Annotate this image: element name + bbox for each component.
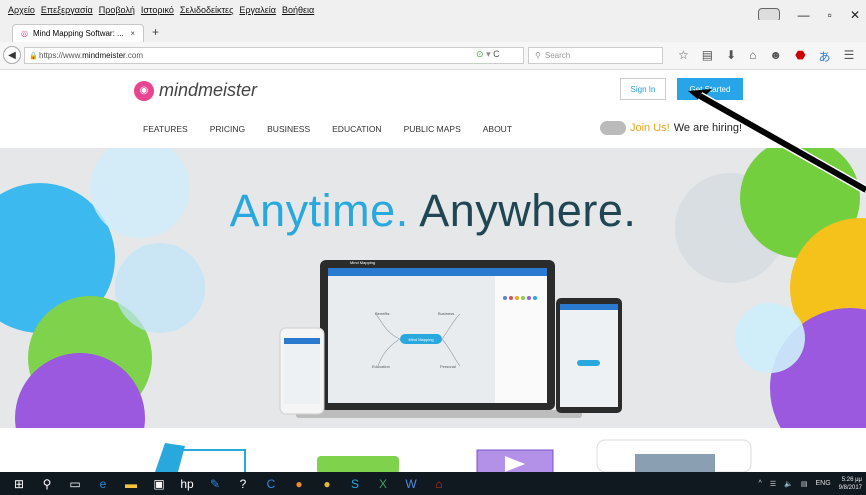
pencil-icon[interactable]: ✎ — [206, 475, 224, 493]
chrome-like-icon[interactable]: C — [262, 475, 280, 493]
help-icon[interactable]: ? — [234, 475, 252, 493]
annotation-arrow — [688, 89, 866, 194]
edge-icon[interactable]: e — [94, 475, 112, 493]
search-icon[interactable]: ⚲ — [38, 475, 56, 493]
explorer-icon[interactable]: ▬ — [122, 475, 140, 493]
excel-icon[interactable]: X — [374, 475, 392, 493]
acrobat-icon[interactable]: ⌂ — [430, 475, 448, 493]
windows-icon[interactable]: ⊞ — [10, 475, 28, 493]
word-icon[interactable]: W — [402, 475, 420, 493]
store-icon[interactable]: ▣ — [150, 475, 168, 493]
chrome-icon[interactable]: ● — [318, 475, 336, 493]
system-tray: ^ ☰ 🔈 ▤ ENG 5:26 μμ 9/8/2017 — [759, 472, 862, 495]
windows-taskbar: ⊞ ⚲ ▭ e ▬ ▣ hp ✎ ? C ● ● S X W ⌂ ^ ☰ 🔈 ▤… — [0, 472, 866, 495]
tray-arrow-icon[interactable]: ^ — [759, 480, 762, 487]
clock[interactable]: 5:26 μμ 9/8/2017 — [839, 476, 862, 492]
task-view-icon[interactable]: ▭ — [66, 475, 84, 493]
clock-date: 9/8/2017 — [838, 484, 862, 491]
hp-icon[interactable]: hp — [178, 475, 196, 493]
volume-icon[interactable]: 🔈 — [784, 480, 793, 488]
firefox-icon[interactable]: ● — [290, 475, 308, 493]
action-center-icon[interactable]: ▤ — [801, 480, 808, 488]
language-indicator[interactable]: ENG — [815, 480, 830, 487]
clock-time: 5:26 μμ — [841, 476, 862, 483]
network-icon[interactable]: ☰ — [770, 480, 776, 488]
skype-icon[interactable]: S — [346, 475, 364, 493]
